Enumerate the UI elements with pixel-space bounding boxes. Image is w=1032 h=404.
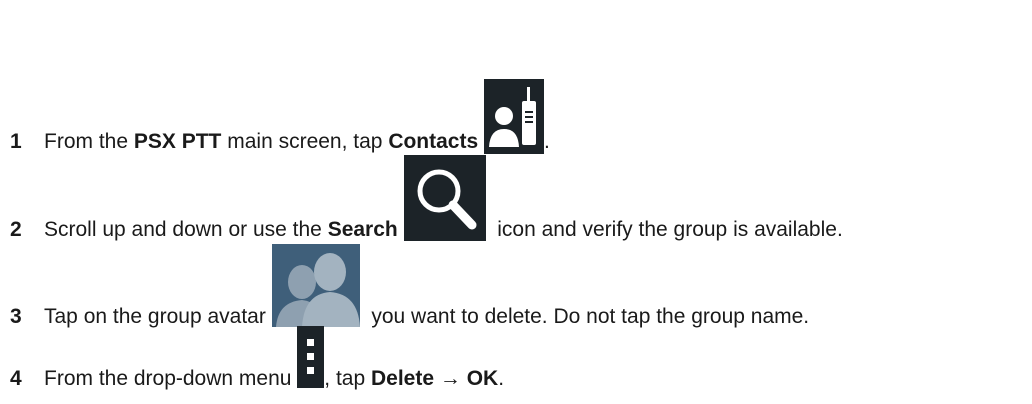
contacts-label: Contacts [388,130,479,153]
step-text: . [498,367,505,390]
overflow-menu-icon [297,326,325,388]
ok-label: OK [466,367,499,390]
step-text: , tap [324,367,371,390]
search-label: Search [327,218,398,241]
step-text: main screen, tap [221,130,389,153]
step-text: From the [44,130,134,153]
step-text: . [544,130,550,153]
delete-label: Delete [371,367,435,390]
step-text: Tap on the group avatar [44,305,272,328]
step-4: 4 From the drop-down menu , tap Delete → … [10,326,504,391]
contacts-radio-icon [484,79,545,154]
step-text: From the drop-down menu [44,367,298,390]
step-text: you want to delete. Do not tap the group… [365,305,810,328]
step-number: 2 [10,218,22,241]
search-icon [403,155,486,241]
group-avatar-icon [271,244,360,327]
step-2: 2 Scroll up and down or use the Search ic… [10,155,843,242]
app-name: PSX PTT [133,130,222,153]
step-text: Scroll up and down or use the [44,218,328,241]
step-3: 3 Tap on the group avatar you want to del… [10,244,809,329]
step-1: 1 From the PSX PTT main screen, tap Conta… [10,79,550,154]
arrow: → [434,367,467,390]
step-text: icon and verify the group is available. [491,218,843,241]
step-number: 4 [10,367,22,390]
step-number: 1 [10,130,22,153]
